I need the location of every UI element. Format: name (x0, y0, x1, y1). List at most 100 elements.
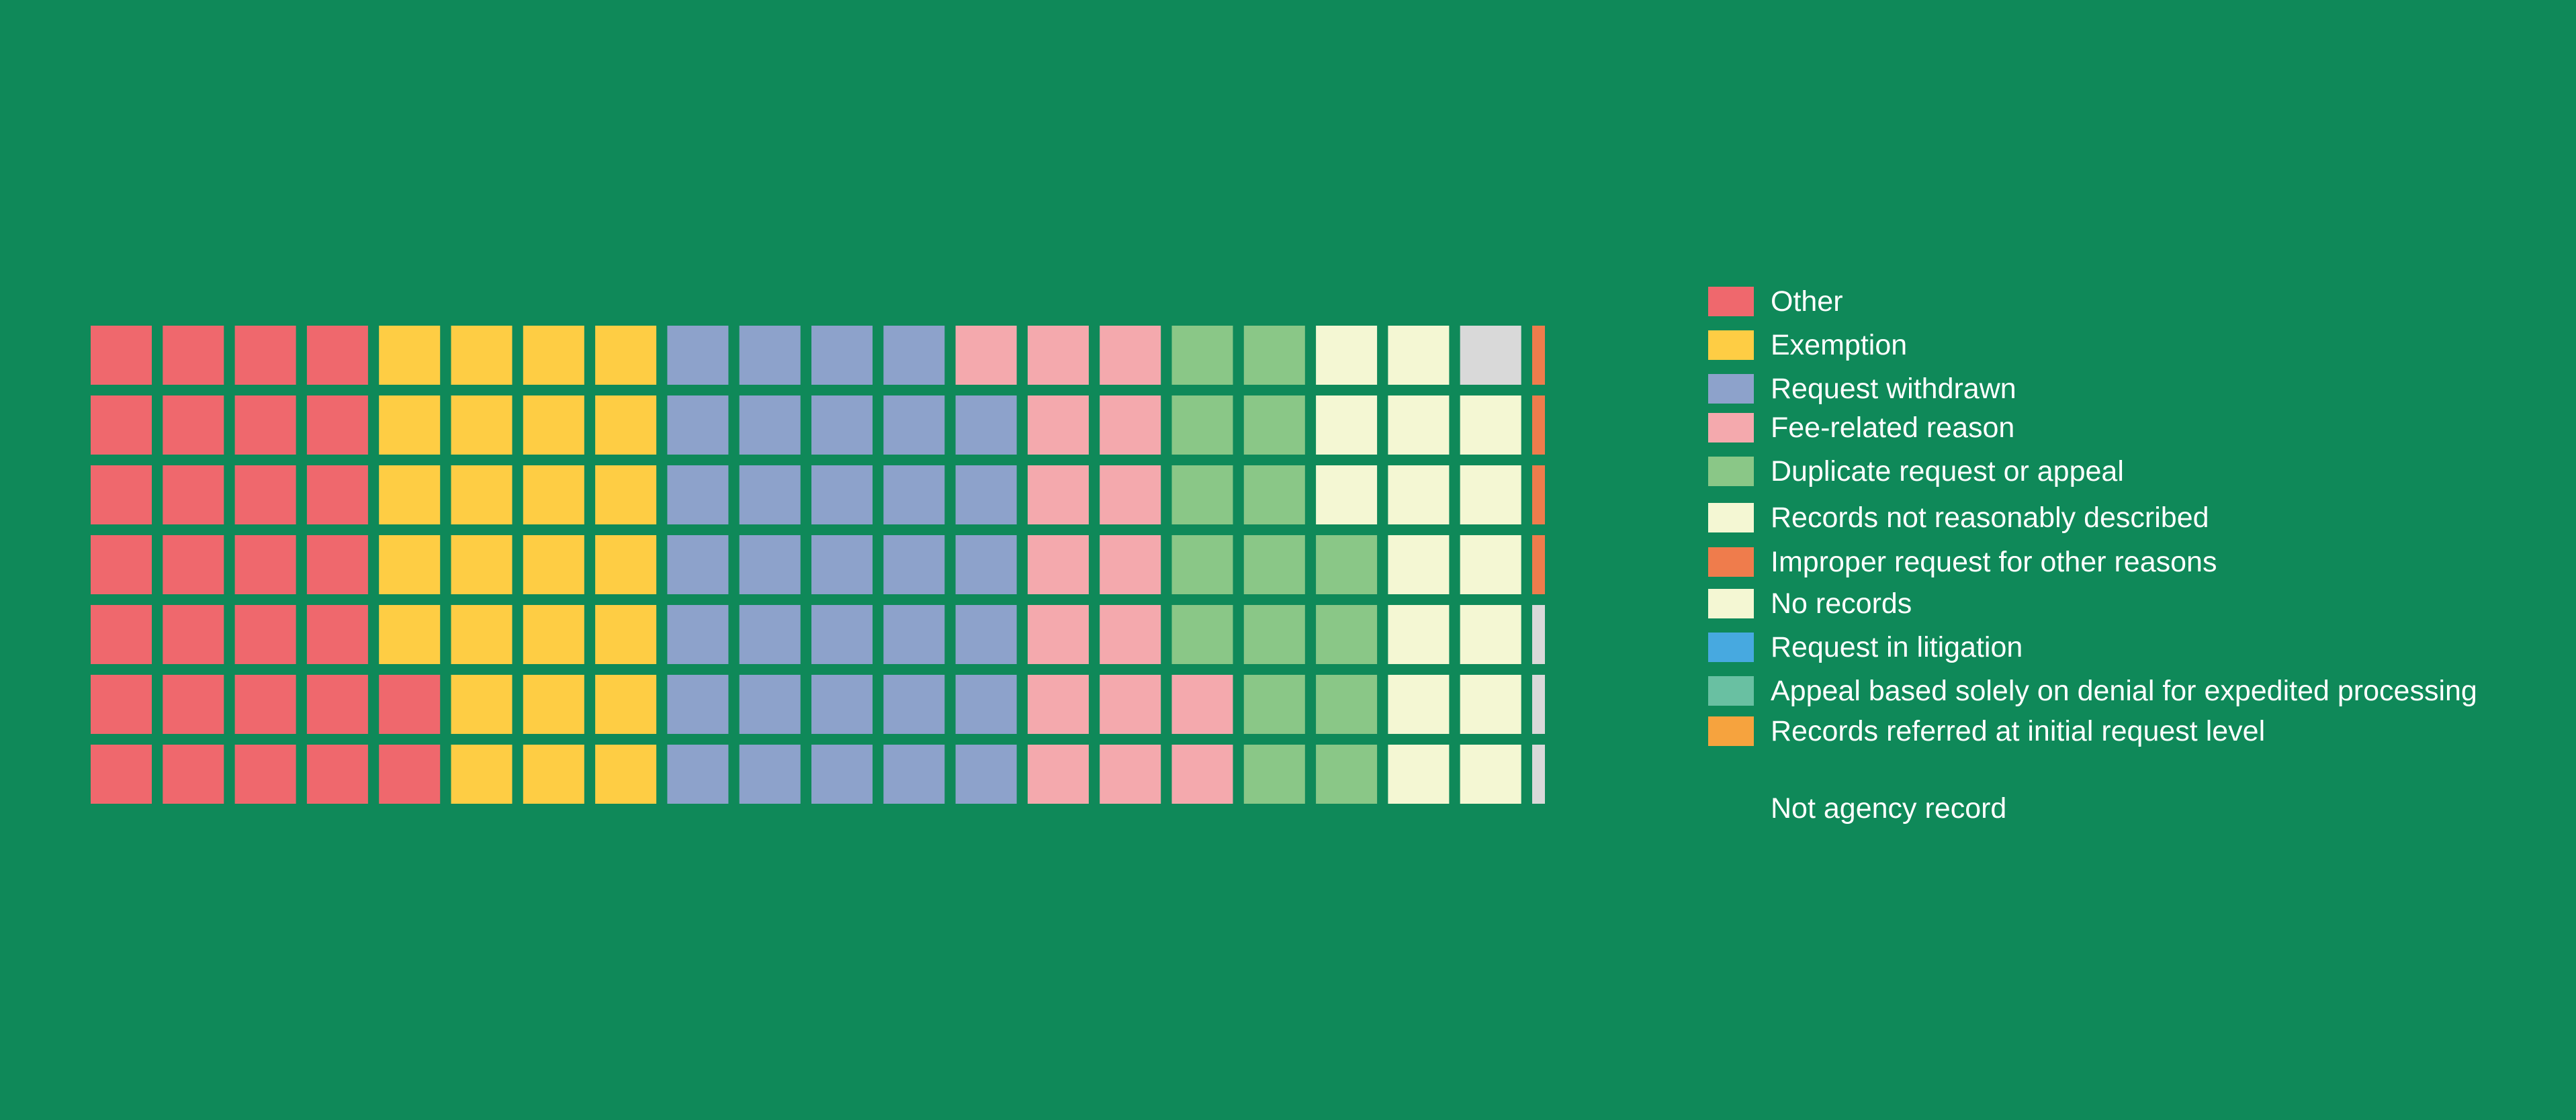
legend-item: Records referred at initial request leve… (1708, 715, 2575, 747)
waffle-cell (379, 395, 441, 455)
waffle-cell (1388, 465, 1450, 524)
waffle-cell (1027, 745, 1089, 804)
waffle-cell (91, 395, 152, 455)
waffle-cell (1100, 395, 1161, 455)
waffle-cell (1532, 465, 1545, 524)
waffle-cell (523, 675, 584, 734)
waffle-cell (1316, 395, 1378, 455)
waffle-cell (955, 535, 1017, 594)
waffle-cell (739, 605, 801, 664)
legend-label: Exemption (1771, 329, 1908, 361)
waffle-cell (1100, 605, 1161, 664)
waffle-cell (1027, 535, 1089, 594)
waffle-cell (811, 395, 873, 455)
waffle-cell (739, 395, 801, 455)
waffle-cell (1100, 535, 1161, 594)
waffle-cell (1100, 745, 1161, 804)
waffle-cell (1388, 326, 1450, 385)
legend-item: Fee-related reason (1708, 412, 2575, 444)
waffle-cell (1171, 605, 1233, 664)
waffle-cell (1100, 326, 1161, 385)
waffle-cell (1171, 326, 1233, 385)
waffle-cell (595, 745, 657, 804)
waffle-cell (1243, 535, 1305, 594)
legend-swatch (1708, 330, 1754, 360)
waffle-cell (306, 745, 368, 804)
waffle-cell (955, 465, 1017, 524)
legend-item: No records (1708, 588, 2575, 620)
legend-label: Other (1771, 285, 1843, 318)
waffle-cell (1316, 675, 1378, 734)
waffle-cell (306, 535, 368, 594)
waffle-cell (306, 395, 368, 455)
waffle-cell (883, 675, 945, 734)
waffle-cell (1460, 675, 1521, 734)
legend-label: Request in litigation (1771, 631, 2023, 663)
waffle-cell (1027, 395, 1089, 455)
waffle-cell (379, 745, 441, 804)
waffle-cell (883, 326, 945, 385)
waffle-cell (955, 745, 1017, 804)
waffle-cell (739, 745, 801, 804)
legend-item: Records not reasonably described (1708, 502, 2575, 534)
waffle-chart: Other Exemption Request withdrawn Fee-relat… (0, 0, 2576, 1120)
waffle-cell (1460, 535, 1521, 594)
waffle-cell (91, 745, 152, 804)
waffle-cell (667, 535, 729, 594)
waffle-cell (883, 605, 945, 664)
waffle-cell (1027, 605, 1089, 664)
waffle-cell (1388, 675, 1450, 734)
waffle-cell (523, 605, 584, 664)
waffle-cell (379, 326, 441, 385)
legend-label: Improper request for other reasons (1771, 546, 2217, 578)
waffle-cell (1532, 675, 1545, 734)
waffle-cell (1460, 465, 1521, 524)
waffle-cell (163, 535, 224, 594)
waffle-cell (1243, 465, 1305, 524)
legend-item: Request in litigation (1708, 631, 2575, 663)
waffle-cell (451, 745, 513, 804)
waffle-cell (451, 326, 513, 385)
legend-swatch (1708, 503, 1754, 532)
waffle-cell (1243, 326, 1305, 385)
waffle-cell (1171, 465, 1233, 524)
waffle-cell (739, 465, 801, 524)
waffle-cell (1388, 535, 1450, 594)
waffle-cell (1027, 326, 1089, 385)
waffle-cell (1532, 395, 1545, 455)
waffle-cell (379, 465, 441, 524)
waffle-cell (811, 326, 873, 385)
waffle-cell (451, 395, 513, 455)
legend-item: Improper request for other reasons (1708, 546, 2575, 578)
legend-swatch (1708, 633, 1754, 662)
legend-swatch (1708, 457, 1754, 486)
waffle-cell (811, 465, 873, 524)
waffle-cell (1532, 535, 1545, 594)
waffle-cell (1243, 605, 1305, 664)
waffle-cell (1243, 675, 1305, 734)
waffle-cell (234, 535, 296, 594)
waffle-cell (955, 395, 1017, 455)
legend-label: Appeal based solely on denial for expedi… (1771, 675, 2477, 707)
legend-item: Request withdrawn (1708, 373, 2575, 405)
waffle-cell (1316, 605, 1378, 664)
waffle-cell (955, 675, 1017, 734)
legend-label: Request withdrawn (1771, 373, 2016, 405)
waffle-cell (163, 675, 224, 734)
waffle-cell (811, 745, 873, 804)
waffle-cell (523, 395, 584, 455)
waffle-cell (955, 326, 1017, 385)
waffle-cell (306, 605, 368, 664)
waffle-cell (523, 326, 584, 385)
legend-swatch (1708, 287, 1754, 316)
waffle-cell (234, 605, 296, 664)
waffle-cell (883, 535, 945, 594)
waffle-cell (955, 605, 1017, 664)
legend-swatch (1708, 547, 1754, 577)
waffle-cell (234, 326, 296, 385)
waffle-cell (163, 465, 224, 524)
waffle-cell (883, 465, 945, 524)
waffle-cell (1532, 745, 1545, 804)
waffle-cell (451, 465, 513, 524)
waffle-cell (595, 605, 657, 664)
